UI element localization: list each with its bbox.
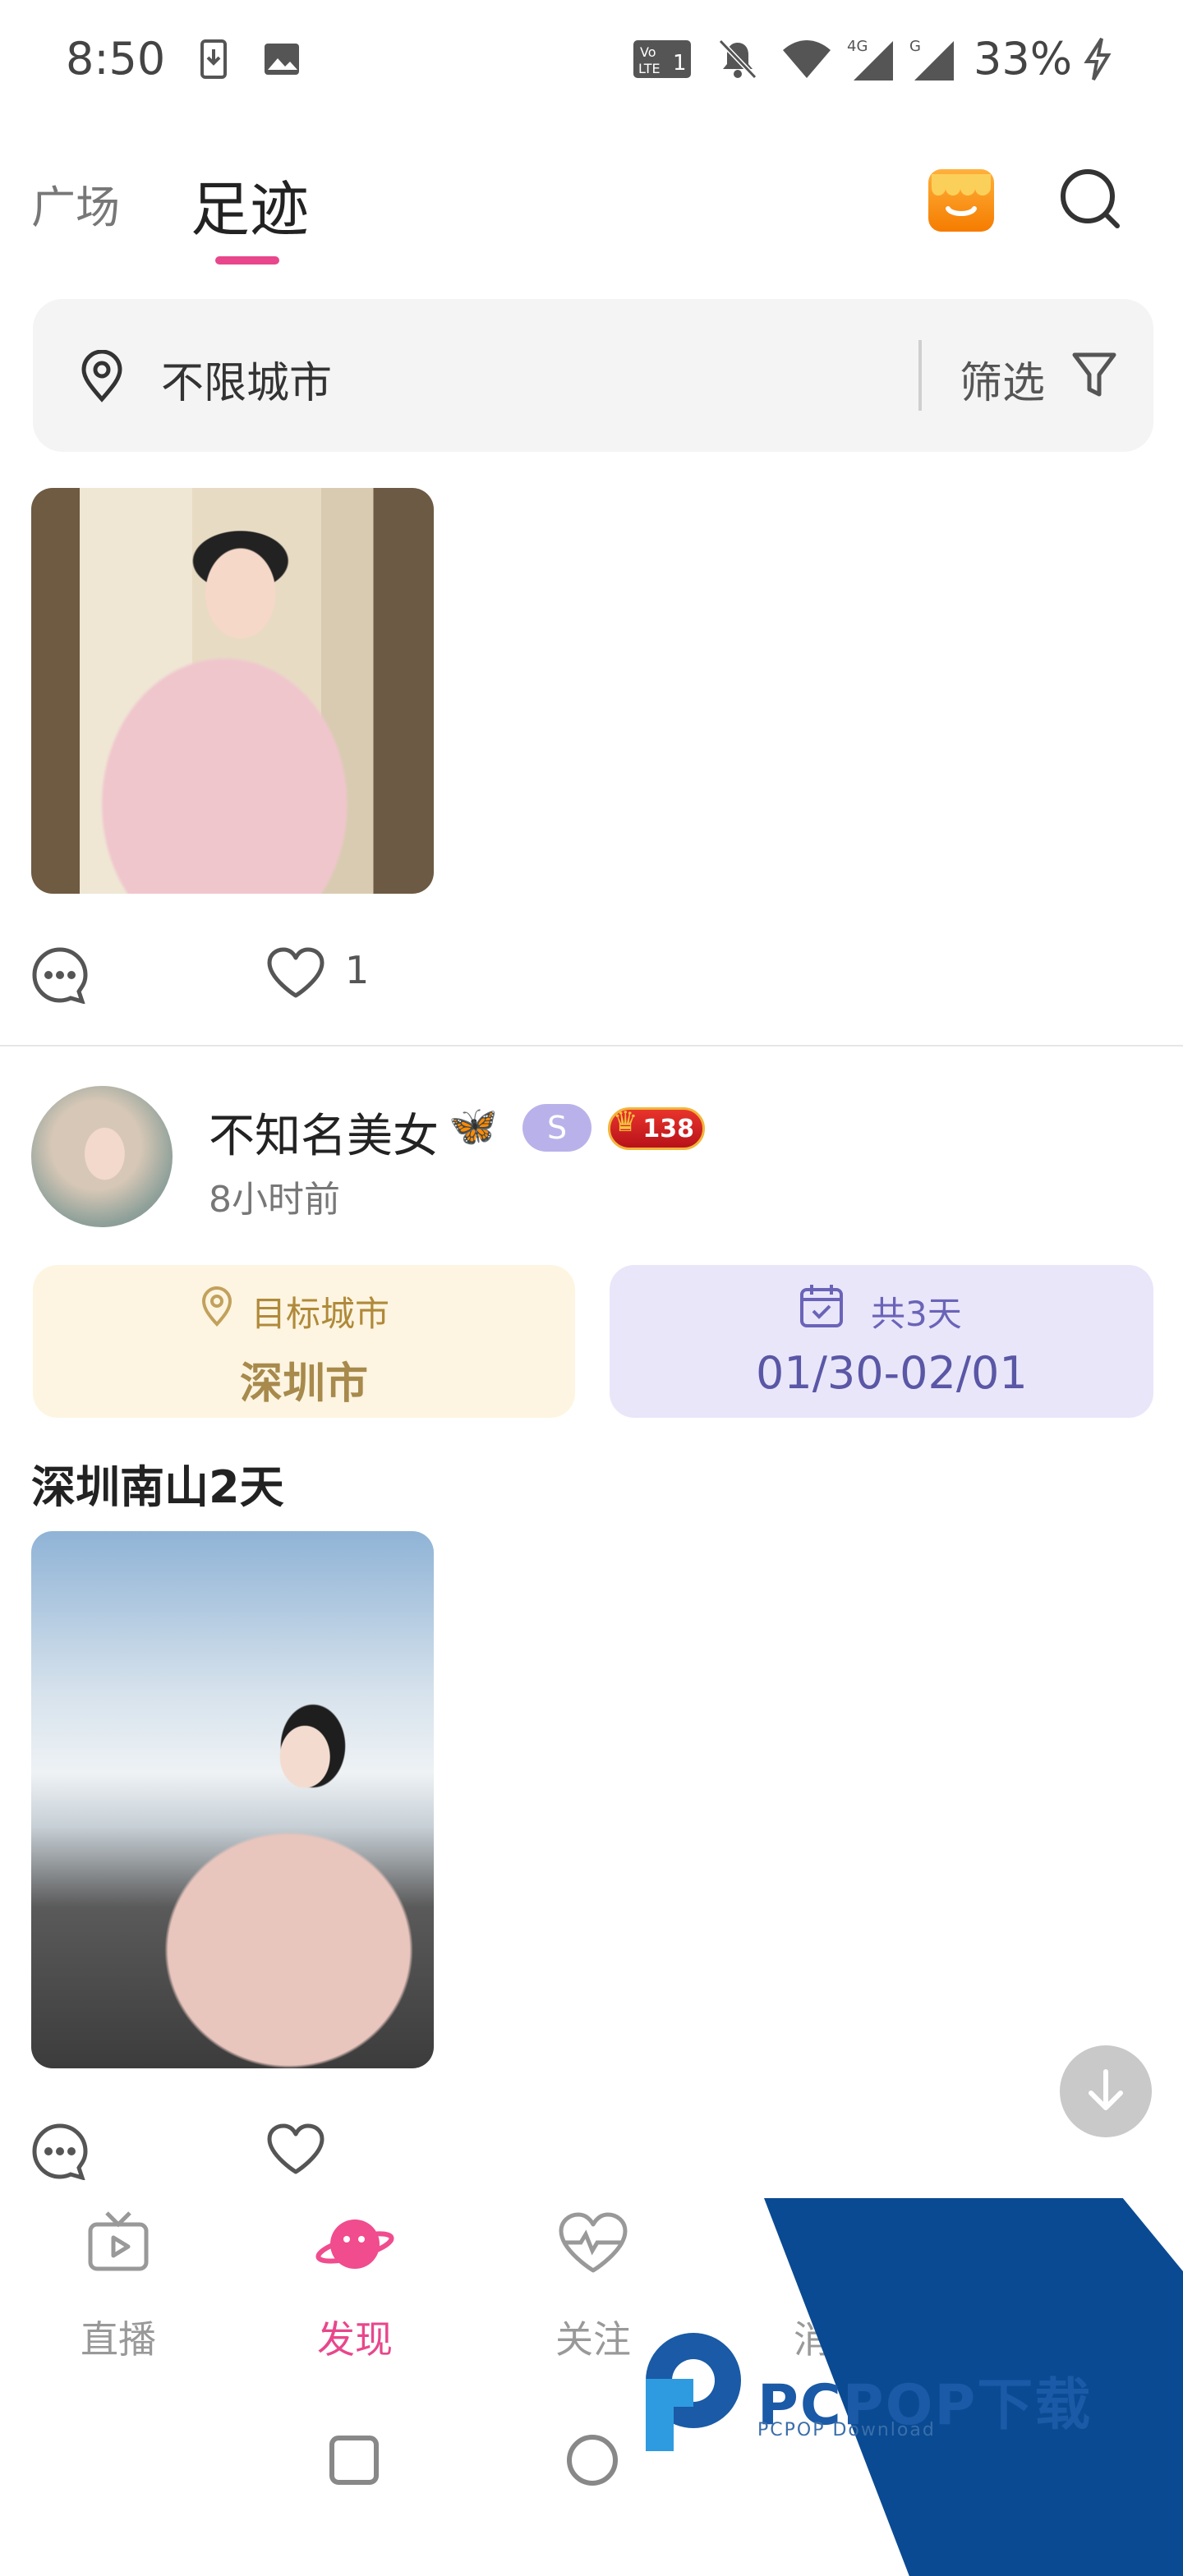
tab-footprint[interactable]: 足迹 xyxy=(191,161,309,247)
nav-live-label[interactable]: 直播 xyxy=(44,2310,192,2364)
nav-discover[interactable] xyxy=(281,2210,429,2279)
status-time: 8:50 xyxy=(66,33,166,85)
planet-icon xyxy=(314,2220,396,2279)
search-icon[interactable] xyxy=(1060,168,1121,229)
signal-g-icon: G xyxy=(904,36,956,82)
heart-icon[interactable] xyxy=(266,946,325,1000)
image-icon xyxy=(261,36,302,82)
recents-button[interactable] xyxy=(325,2431,383,2489)
post-divider xyxy=(0,1045,1183,1046)
like-count: 1 xyxy=(345,948,370,992)
level-value: 138 xyxy=(642,1114,694,1143)
signal-4g-icon: 4G xyxy=(838,36,895,82)
download-icon xyxy=(197,36,230,82)
comment-icon[interactable] xyxy=(31,946,89,1005)
days-label: 共3天 xyxy=(871,1294,962,1334)
nav-live[interactable] xyxy=(44,2210,192,2279)
crown-icon: ♛ xyxy=(613,1106,638,1138)
avatar[interactable] xyxy=(31,1086,173,1227)
city-selector[interactable]: 不限城市 xyxy=(161,348,332,410)
svg-text:4G: 4G xyxy=(847,38,868,55)
tab-active-indicator xyxy=(215,256,279,264)
svg-text:1: 1 xyxy=(673,51,687,76)
date-range: 01/30-02/01 xyxy=(756,1347,1028,1399)
location-pin-icon xyxy=(79,349,125,402)
battery-text: 33% xyxy=(974,33,1073,85)
funnel-icon[interactable] xyxy=(1071,352,1117,399)
post-photo[interactable] xyxy=(31,488,434,894)
calendar-icon xyxy=(799,1283,845,1329)
filter-divider xyxy=(918,340,922,411)
post-title: 深圳南山2天 xyxy=(31,1461,284,1513)
shop-icon[interactable] xyxy=(928,169,994,232)
charging-icon xyxy=(1081,36,1114,82)
tv-icon xyxy=(85,2211,151,2279)
heart-icon[interactable] xyxy=(266,2123,325,2177)
svg-text:Vo: Vo xyxy=(640,44,656,60)
target-city-value: 深圳市 xyxy=(240,1359,369,1409)
svg-text:LTE: LTE xyxy=(638,61,661,76)
home-button[interactable] xyxy=(564,2431,621,2489)
nav-follow[interactable] xyxy=(519,2210,667,2279)
comment-icon[interactable] xyxy=(31,2123,89,2181)
filter-button[interactable]: 筛选 xyxy=(960,348,1045,410)
scroll-down-button[interactable] xyxy=(1060,2045,1152,2137)
post-time: 8小时前 xyxy=(209,1179,340,1221)
wifi-icon xyxy=(780,36,833,82)
butterfly-emoji: 🦋 xyxy=(449,1103,498,1149)
tab-plaza[interactable]: 广场 xyxy=(31,171,120,236)
post-photo[interactable] xyxy=(31,1531,434,2068)
location-pin-icon xyxy=(200,1286,233,1327)
nav-discover-label[interactable]: 发现 xyxy=(281,2310,429,2364)
username[interactable]: 不知名美女 xyxy=(209,1099,439,1166)
heartbeat-icon xyxy=(556,2212,630,2279)
pcpop-logo-icon xyxy=(638,2330,744,2453)
svg-text:G: G xyxy=(909,38,921,55)
mute-icon xyxy=(715,36,761,82)
target-city-label: 目标城市 xyxy=(251,1294,390,1334)
back-button[interactable] xyxy=(802,2431,859,2489)
s-badge: S xyxy=(522,1104,592,1152)
volte-icon: Vo LTE 1 xyxy=(631,36,693,82)
